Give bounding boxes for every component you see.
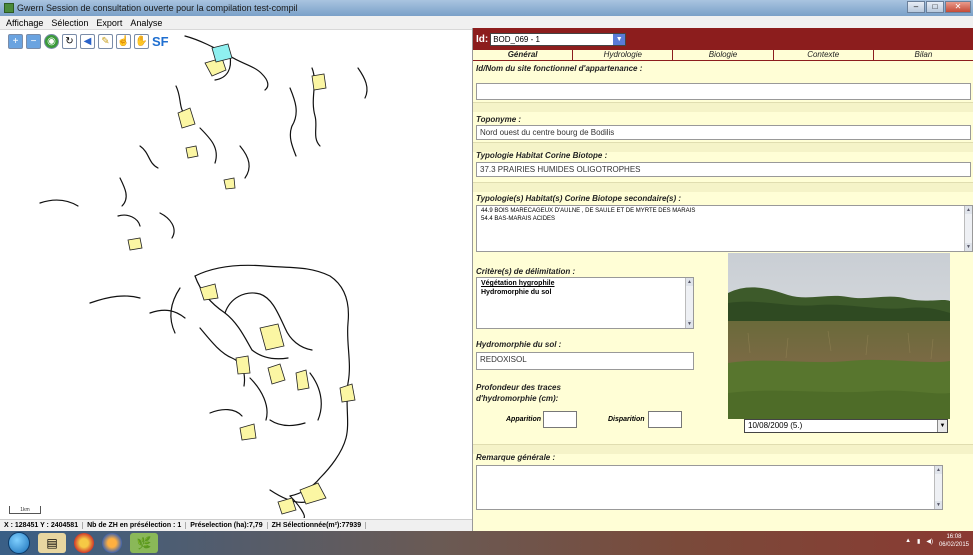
firefox-icon[interactable] [102,533,122,553]
list-item[interactable]: 44.9 BOIS MARECAGEUX D'AULNE , DE SAULE … [477,206,972,214]
taskbar: ▤ 🌿 ▲ ▮ ◀) 16:08 06/02/2015 [0,531,973,555]
map-canvas[interactable] [0,28,472,519]
map-toolbar: + − ◉ ↻ ◀ ✎ ☝ ✋ SF [8,34,169,49]
section-divider [473,102,973,112]
photo-date-value: 10/08/2009 (5.) [748,421,803,430]
hydro-field[interactable]: REDOXISOL [476,352,694,370]
window-title: Gwern Session de consultation ouverte po… [17,3,298,13]
id-select[interactable]: BOD_069 - 1 ▼ [490,32,627,46]
toponyme-label: Toponyme : [476,115,522,124]
typologie-field[interactable]: 37.3 PRAIRIES HUMIDES OLIGOTROPHES [476,162,971,177]
attribute-panel: Id: BOD_069 - 1 ▼ Général Hydrologie Bio… [472,28,973,531]
zoom-in-icon[interactable]: + [8,34,23,49]
list-item[interactable]: 54.4 BAS-MARAIS ACIDES [477,214,972,222]
remarque-label: Remarque générale : [476,453,556,462]
clock[interactable]: 16:08 06/02/2015 [939,533,969,549]
disparition-input[interactable] [648,411,682,428]
tab-strip: Général Hydrologie Biologie Contexte Bil… [473,50,973,61]
typologie-label: Typologie Habitat Corine Biotope : [476,151,608,160]
wetland-photo [728,253,950,419]
list-item[interactable]: Hydromorphie du sol [477,287,693,296]
chevron-down-icon[interactable]: ▼ [613,33,626,45]
tab-general[interactable]: Général [473,50,574,60]
scroll-up-icon[interactable]: ▲ [965,206,972,214]
profondeur-label: Profondeur des traces d'hydromorphie (cm… [476,383,561,403]
scrollbar[interactable]: ▲ ▼ [964,206,972,251]
menu-affichage[interactable]: Affichage [2,18,47,28]
scrollbar[interactable]: ▲ ▼ [934,466,942,509]
close-button[interactable]: ✕ [945,1,971,13]
back-arrow-icon[interactable]: ◀ [80,34,95,49]
refresh-icon[interactable]: ↻ [62,34,77,49]
scroll-down-icon[interactable]: ▼ [686,320,693,328]
tray-volume-icon[interactable]: ◀) [926,538,933,545]
scroll-up-icon[interactable]: ▲ [935,466,942,474]
map-polygons [39,35,368,519]
id-label: Id: [476,33,489,45]
typologie-sec-label: Typologie(s) Habitat(s) Corine Biotope s… [476,194,682,203]
window-title-bar: Gwern Session de consultation ouverte po… [0,0,973,16]
remarque-field[interactable]: ▲ ▼ [476,465,943,510]
status-coords: X : 128451 Y : 2404581 [0,522,84,529]
system-tray: ▲ ▮ ◀) 16:08 06/02/2015 [905,533,969,549]
select-pointer-icon[interactable]: ☝ [116,34,131,49]
window-controls: – □ ✕ [907,1,971,13]
site-field[interactable] [476,83,971,100]
scroll-up-icon[interactable]: ▲ [686,278,693,286]
status-preselection: Préselection (ha):7,79 [186,522,268,529]
photo-date-select[interactable]: 10/08/2009 (5.) ▼ [744,419,948,433]
gwern-app-icon[interactable]: 🌿 [130,533,158,553]
typologie-sec-list[interactable]: 44.9 BOIS MARECAGEUX D'AULNE , DE SAULE … [476,205,973,252]
pan-hand-icon[interactable]: ✋ [134,34,149,49]
section-divider [473,182,973,192]
id-bar: Id: BOD_069 - 1 ▼ [473,28,973,50]
app-icon [4,3,14,13]
scroll-down-icon[interactable]: ▼ [935,501,942,509]
clock-date: 06/02/2015 [938,542,969,548]
apparition-input[interactable] [543,411,577,428]
start-button[interactable] [8,532,30,554]
clock-time: 16:08 [946,534,962,540]
tray-arrow-icon[interactable]: ▲ [905,538,911,544]
menu-export[interactable]: Export [92,18,126,28]
apparition-label: Apparition [506,416,541,423]
sf-button[interactable]: SF [152,34,169,49]
criteres-label: Critère(s) de délimitation : [476,267,576,276]
list-item[interactable]: Végétation hygrophile [477,278,693,287]
criteres-list[interactable]: Végétation hygrophile Hydromorphie du so… [476,277,694,329]
toponyme-field[interactable]: Nord ouest du centre bourg de Bodilis [476,125,971,140]
status-nb-zh: Nb de ZH en présélection : 1 [83,522,187,529]
tab-hydrologie[interactable]: Hydrologie [573,50,674,60]
chrome-icon[interactable] [74,533,94,553]
menu-selection[interactable]: Sélection [47,18,92,28]
maximize-button[interactable]: □ [926,1,944,13]
minimize-button[interactable]: – [907,1,925,13]
tab-biologie[interactable]: Biologie [673,50,774,60]
hydro-label: Hydromorphie du sol : [476,340,562,349]
scroll-down-icon[interactable]: ▼ [965,243,972,251]
zoom-out-icon[interactable]: − [26,34,41,49]
site-label: Id/Nom du site fonctionnel d'appartenanc… [476,64,643,73]
globe-icon[interactable]: ◉ [44,34,59,49]
scrollbar[interactable]: ▲ ▼ [685,278,693,328]
status-bar: X : 128451 Y : 2404581 Nb de ZH en présé… [0,519,472,531]
tab-contexte[interactable]: Contexte [774,50,874,60]
menu-analyse[interactable]: Analyse [126,18,166,28]
pencil-icon[interactable]: ✎ [98,34,113,49]
tab-bilan[interactable]: Bilan [874,50,973,60]
file-explorer-icon[interactable]: ▤ [38,533,66,553]
id-select-value: BOD_069 - 1 [493,34,540,44]
status-zh-selected: ZH Sélectionnée(m²):77939 [268,522,367,529]
map-scalebar: 1km [9,506,41,514]
disparition-label: Disparition [608,416,645,423]
chevron-down-icon[interactable]: ▼ [937,420,947,432]
site-photo [728,253,950,419]
tray-network-icon[interactable]: ▮ [917,538,920,545]
